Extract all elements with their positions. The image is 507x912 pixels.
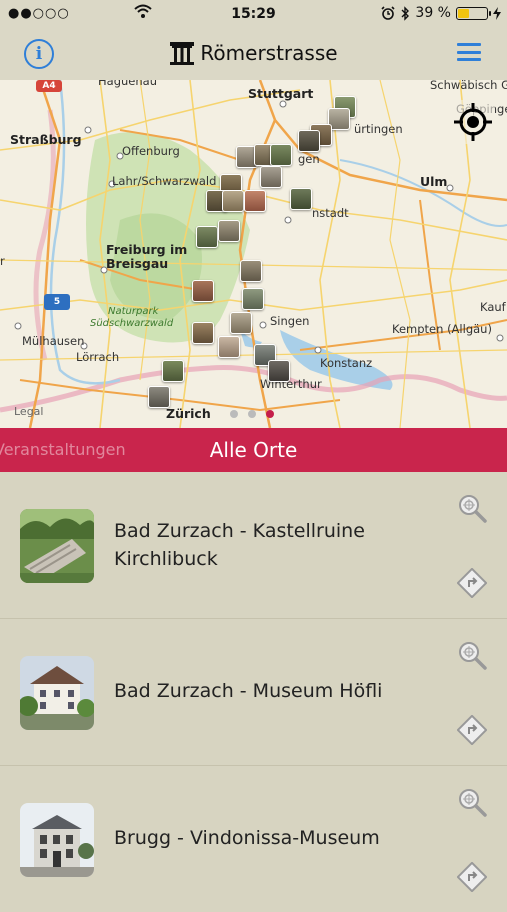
nav-title-group: Römerstrasse xyxy=(0,40,507,66)
map-marker[interactable] xyxy=(244,190,266,212)
battery-percent: 39 % xyxy=(415,5,451,21)
page-dot[interactable] xyxy=(248,410,256,418)
map-view[interactable]: A4 5 Haguenau Stuttgart Schwäbisch G Göp… xyxy=(0,80,507,428)
alarm-icon xyxy=(381,6,395,20)
map-marker[interactable] xyxy=(218,336,240,358)
place-title: Bad Zurzach - Museum Höfli xyxy=(114,680,383,702)
map-marker[interactable] xyxy=(192,280,214,302)
map-marker[interactable] xyxy=(222,190,244,212)
navigation-bar: i Römerstrasse xyxy=(0,28,507,80)
highway-a4-shield: A4 xyxy=(36,80,62,92)
map-label-stuttgart: Stuttgart xyxy=(248,86,314,101)
map-label-mulhausen: Mülhausen xyxy=(22,334,85,348)
map-label-naturpark-1: Naturpark xyxy=(108,306,159,317)
page-indicator[interactable] xyxy=(230,410,274,418)
place-thumbnail xyxy=(20,509,94,583)
place-thumbnail xyxy=(20,803,94,877)
status-bar: ●●○○○ 15:29 39 % xyxy=(0,0,507,28)
map-label-r: r xyxy=(0,254,5,268)
bluetooth-icon xyxy=(401,5,410,21)
zoom-magnifier-icon[interactable] xyxy=(457,640,487,670)
map-label-konstanz: Konstanz xyxy=(320,356,373,370)
map-marker[interactable] xyxy=(270,144,292,166)
map-label-naturpark-2: Südschwarzwald xyxy=(90,318,174,329)
map-label-lorrach: Lörrach xyxy=(76,350,120,364)
place-thumbnail xyxy=(20,656,94,730)
map-label-zurich: Zürich xyxy=(166,406,211,421)
map-marker[interactable] xyxy=(290,188,312,210)
locate-me-icon[interactable] xyxy=(451,100,495,144)
map-label-ulm: Ulm xyxy=(420,174,448,189)
map-label-freiburg-2: Breisgau xyxy=(106,256,169,271)
page-title: Römerstrasse xyxy=(200,41,338,65)
zoom-magnifier-icon[interactable] xyxy=(457,493,487,523)
map-label-freiburg-1: Freiburg im xyxy=(106,242,188,257)
tab-alle-orte[interactable]: Alle Orte xyxy=(0,438,507,462)
zoom-magnifier-icon[interactable] xyxy=(457,787,487,817)
map-marker[interactable] xyxy=(148,386,170,408)
place-title: Bad Zurzach - Kastellruine Kirchlibuck xyxy=(114,520,365,570)
battery-icon xyxy=(456,6,491,20)
map-label-offenburg: Offenburg xyxy=(122,144,180,158)
map-marker[interactable] xyxy=(192,322,214,344)
map-label-kauf: Kauf xyxy=(480,300,506,314)
list-item[interactable]: Brugg - Vindonissa-Museum xyxy=(0,766,507,912)
map-label-singen: Singen xyxy=(270,314,310,328)
map-marker[interactable] xyxy=(298,130,320,152)
map-marker[interactable] xyxy=(162,360,184,382)
highway-5-shield: 5 xyxy=(44,294,70,310)
map-marker[interactable] xyxy=(196,226,218,248)
map-label-nurtingen: ürtingen xyxy=(354,122,403,136)
menu-button[interactable] xyxy=(457,43,481,61)
map-label-lahr: Lahr/Schwarzwald xyxy=(112,174,217,188)
place-title: Brugg - Vindonissa-Museum xyxy=(114,827,380,849)
directions-icon[interactable] xyxy=(457,568,487,598)
page-dot[interactable] xyxy=(230,410,238,418)
list-item[interactable]: Bad Zurzach - Museum Höfli xyxy=(0,619,507,766)
category-tab-bar: Veranstaltungen Alle Orte xyxy=(0,428,507,472)
map-marker[interactable] xyxy=(230,312,252,334)
places-list[interactable]: Bad Zurzach - Kastellruine Kirchlibuck B… xyxy=(0,472,507,900)
map-label-hagenau: Haguenau xyxy=(98,80,157,88)
map-label-kempten: Kempten (Allgäu) xyxy=(392,322,492,336)
map-marker[interactable] xyxy=(260,166,282,188)
charging-icon xyxy=(493,6,501,20)
page-dot-active[interactable] xyxy=(266,410,274,418)
directions-icon[interactable] xyxy=(457,715,487,745)
status-right: 39 % xyxy=(381,5,501,21)
map-label-strassburg: Straßburg xyxy=(10,132,82,147)
map-marker[interactable] xyxy=(242,288,264,310)
roman-column-icon xyxy=(170,42,195,65)
map-legal-link[interactable]: Legal xyxy=(14,405,43,418)
map-label-schwabisch: Schwäbisch G xyxy=(430,80,507,92)
map-marker[interactable] xyxy=(218,220,240,242)
directions-icon[interactable] xyxy=(457,862,487,892)
map-marker[interactable] xyxy=(268,360,290,382)
map-label-nstadt: nstadt xyxy=(312,206,349,220)
list-item[interactable]: Bad Zurzach - Kastellruine Kirchlibuck xyxy=(0,472,507,619)
map-label-gen: gen xyxy=(298,152,320,166)
map-marker[interactable] xyxy=(240,260,262,282)
